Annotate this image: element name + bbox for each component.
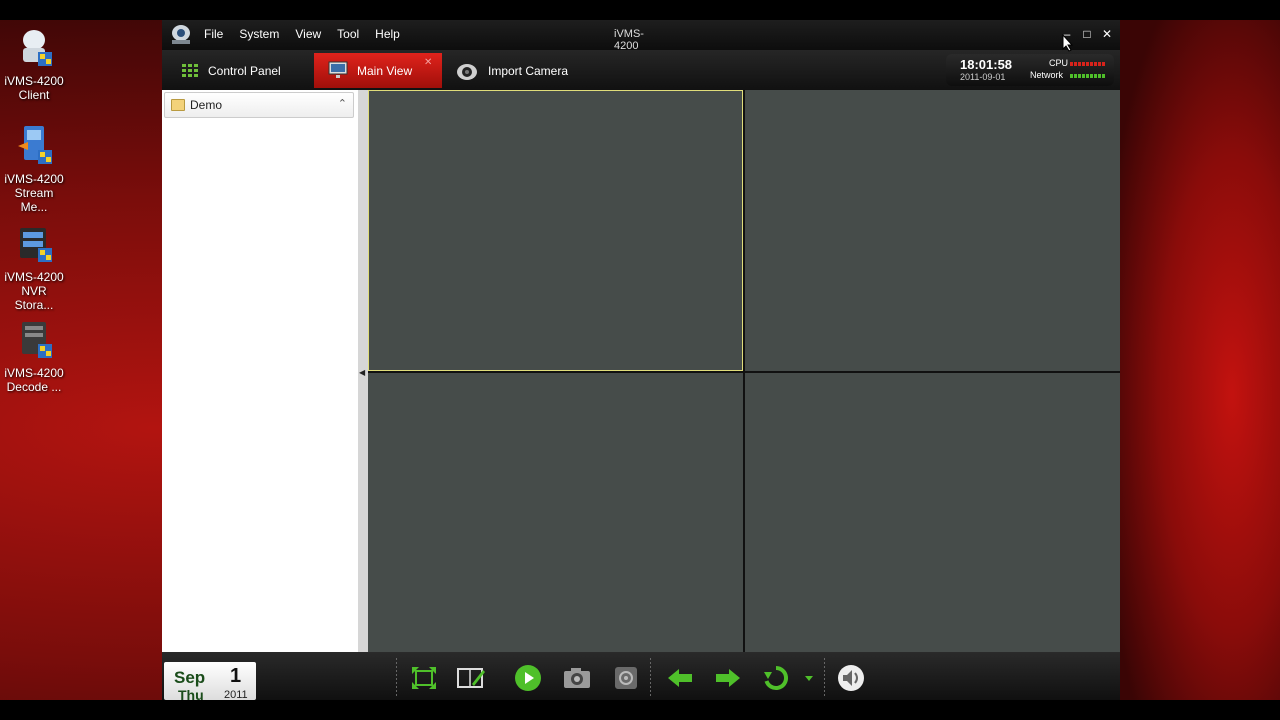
- window-title: iVMS-4200: [614, 28, 644, 52]
- resource-tree-panel: Demo ⌃: [162, 90, 358, 672]
- desktop-shortcut-stream-media[interactable]: iVMS-4200 Stream Me...: [2, 124, 66, 214]
- grid-icon: [182, 64, 198, 81]
- tab-import-camera[interactable]: Import Camera: [450, 53, 598, 88]
- desktop-shortcut-label-1: iVMS-4200: [4, 172, 64, 186]
- desktop-right: [1120, 20, 1280, 700]
- fullscreen-icon[interactable]: [410, 664, 440, 694]
- calendar-month: Sep: [174, 668, 206, 687]
- desktop-shortcut-label-1: iVMS-4200: [4, 366, 64, 380]
- desktop-shortcut-label-2: NVR Stora...: [14, 284, 54, 312]
- toolbar-separator: [650, 658, 651, 698]
- tab-close-icon[interactable]: ✕: [424, 57, 432, 68]
- dropdown-icon[interactable]: [802, 664, 816, 694]
- tab-control-panel-label: Control Panel: [208, 64, 281, 78]
- desktop-shortcut-label-1: iVMS-4200: [4, 270, 64, 284]
- video-cell-1[interactable]: [368, 90, 743, 371]
- app-logo-icon: [168, 23, 194, 47]
- calendar-day: 1: [230, 665, 242, 687]
- menu-help[interactable]: Help: [375, 27, 400, 41]
- close-button[interactable]: ✕: [1100, 27, 1114, 41]
- layout-edit-icon[interactable]: [456, 664, 486, 694]
- tab-main-view-label: Main View: [357, 64, 413, 78]
- tab-main-view[interactable]: Main View ✕: [314, 53, 442, 88]
- app-window: File System View Tool Help iVMS-4200 – □…: [162, 20, 1120, 703]
- client-app-icon: [14, 26, 54, 70]
- tree-group-demo[interactable]: Demo ⌃: [164, 92, 354, 118]
- stream-media-icon: [14, 124, 54, 168]
- menu-view[interactable]: View: [295, 27, 321, 41]
- chevron-up-icon[interactable]: ⌃: [338, 97, 347, 110]
- calendar-date[interactable]: Sep Thu 1 2011: [164, 662, 256, 703]
- letterbox-top: [0, 0, 1280, 20]
- desktop-shortcut-nvr-storage[interactable]: iVMS-4200 NVR Stora...: [2, 222, 66, 312]
- previous-icon[interactable]: [666, 664, 696, 694]
- clock-time: 18:01:58: [960, 57, 1013, 72]
- volume-icon[interactable]: [836, 664, 866, 694]
- video-cell-2[interactable]: [745, 90, 1120, 371]
- network-meter: [1070, 74, 1106, 78]
- record-icon[interactable]: [612, 664, 642, 694]
- next-icon[interactable]: [714, 664, 744, 694]
- nvr-storage-icon: [14, 222, 54, 266]
- menu-file[interactable]: File: [204, 27, 223, 41]
- collapse-arrow-icon[interactable]: ◀: [359, 368, 365, 377]
- desktop-shortcut-decode[interactable]: iVMS-4200 Decode ...: [2, 318, 66, 394]
- menu-system[interactable]: System: [239, 27, 279, 41]
- snapshot-icon[interactable]: [562, 664, 592, 694]
- desktop-shortcut-label-2: Decode ...: [6, 380, 62, 394]
- network-label: Network: [1030, 70, 1064, 80]
- desktop-shortcut-client[interactable]: iVMS-4200 Client: [2, 26, 66, 102]
- refresh-icon[interactable]: [762, 664, 792, 694]
- letterbox-bottom: [0, 700, 1280, 720]
- cpu-label: CPU: [1049, 58, 1069, 68]
- video-cell-4[interactable]: [745, 373, 1120, 655]
- tab-control-panel[interactable]: Control Panel: [168, 53, 308, 88]
- maximize-button[interactable]: □: [1080, 27, 1094, 41]
- monitor-icon: [328, 61, 348, 82]
- desktop-shortcut-label-2: Stream Me...: [14, 186, 54, 214]
- status-panel: 18:01:58 2011-09-01 CPU Network: [946, 54, 1114, 86]
- play-icon[interactable]: [514, 664, 544, 694]
- video-cell-3[interactable]: [368, 373, 743, 655]
- menu-bar: File System View Tool Help: [204, 27, 416, 41]
- playback-toolbar: Sep Thu 1 2011: [162, 652, 1120, 703]
- desktop-shortcut-label-1: iVMS-4200: [4, 74, 64, 88]
- tab-bar: Control Panel Main View ✕ Import Camera …: [162, 50, 1120, 91]
- cpu-meter: [1070, 62, 1106, 66]
- title-bar: File System View Tool Help iVMS-4200 – □…: [162, 20, 1120, 52]
- tab-import-camera-label: Import Camera: [488, 64, 569, 78]
- decode-icon: [14, 318, 54, 362]
- toolbar-separator: [824, 658, 825, 698]
- menu-tool[interactable]: Tool: [337, 27, 359, 41]
- video-grid: [368, 90, 1120, 672]
- clock-date: 2011-09-01: [960, 72, 1006, 82]
- folder-icon: [171, 99, 185, 111]
- panel-splitter[interactable]: ◀: [358, 90, 368, 672]
- desktop-shortcut-label-2: Client: [18, 88, 50, 102]
- toolbar-separator: [396, 658, 397, 698]
- tree-group-label: Demo: [190, 98, 223, 112]
- camera-icon: [456, 61, 478, 84]
- mouse-cursor-icon: [1062, 33, 1074, 57]
